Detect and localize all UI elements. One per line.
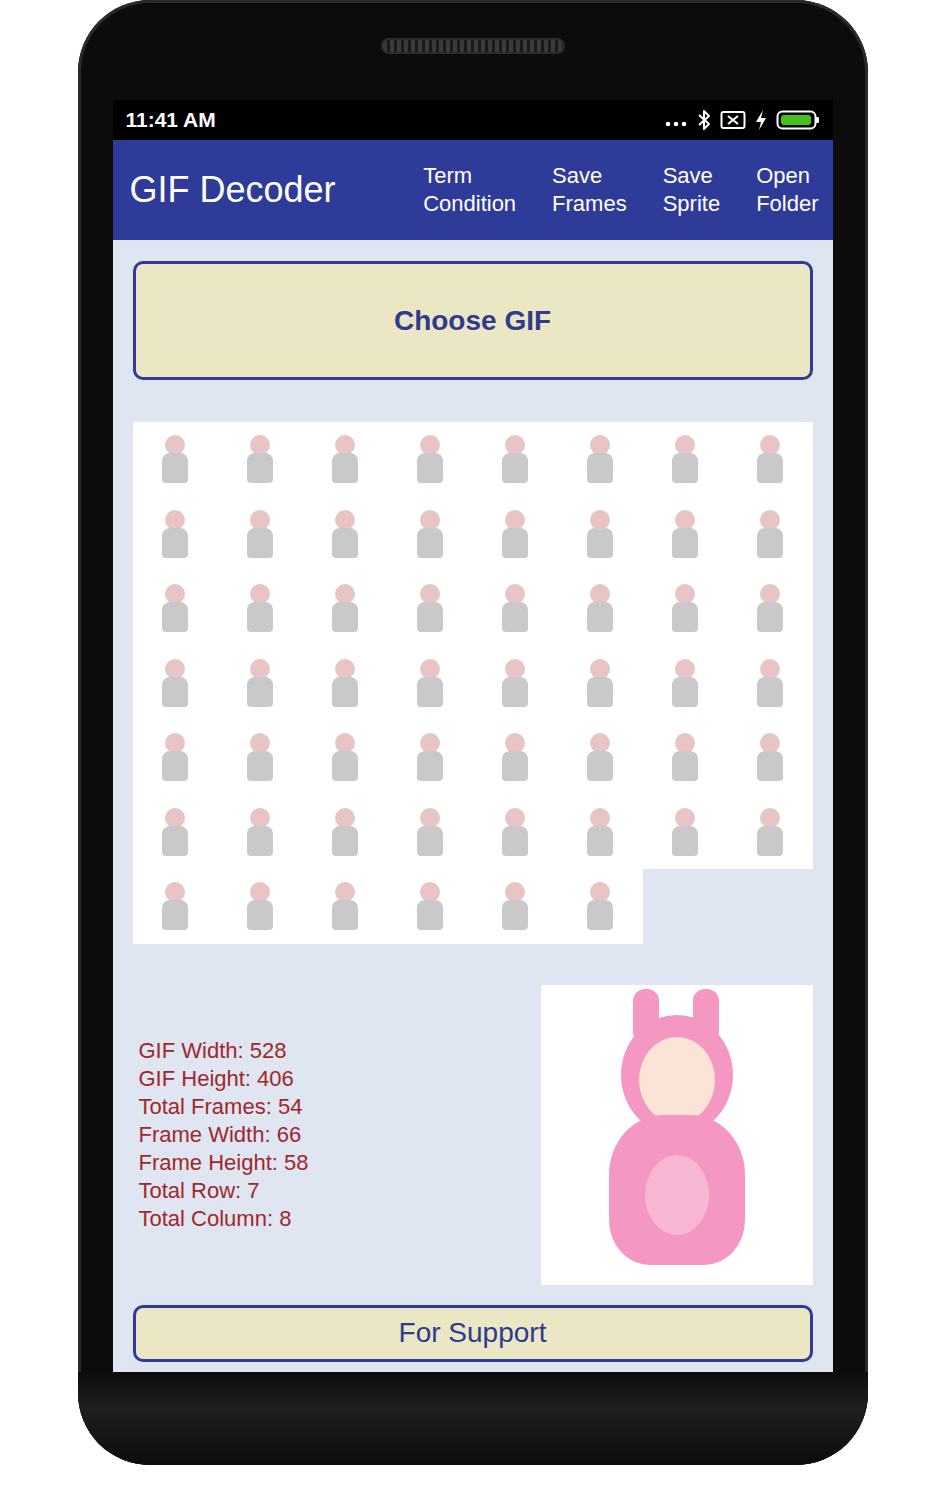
sprite-frame: [218, 720, 303, 795]
sprite-frame: [303, 869, 388, 944]
app-menu: Term Condition Save Frames Save Sprite Open…: [423, 162, 818, 218]
sprite-frame: [218, 422, 303, 497]
sprite-sheet: [133, 422, 813, 944]
sprite-frame: [133, 422, 218, 497]
status-icons: [664, 108, 820, 132]
sprite-frame: [558, 422, 643, 497]
sprite-frame: [728, 422, 813, 497]
sprite-frame: [473, 571, 558, 646]
gif-info: GIF Width: 528GIF Height: 406Total Frame…: [133, 1037, 309, 1233]
sprite-frame: [558, 497, 643, 572]
sprite-frame: [303, 646, 388, 721]
charging-icon: [754, 109, 768, 131]
sprite-frame: [473, 497, 558, 572]
app-bar: GIF Decoder Term Condition Save Frames Save…: [113, 140, 833, 240]
bluetooth-icon: [696, 108, 712, 132]
sprite-frame: [388, 795, 473, 870]
app-title: GIF Decoder: [130, 169, 336, 211]
info-line: GIF Width: 528: [139, 1037, 309, 1065]
sprite-frame: [388, 571, 473, 646]
speaker-grill: [381, 38, 565, 54]
page: 11:41 AM GIF Decoder Term Condition Save Fr…: [0, 0, 945, 1490]
sprite-frame: [133, 869, 218, 944]
sprite-frame: [473, 795, 558, 870]
sprite-frame: [643, 795, 728, 870]
sprite-frame: [643, 497, 728, 572]
bottom-bezel: [78, 1372, 868, 1465]
menu-item[interactable]: Save Sprite: [663, 162, 720, 218]
sprite-frame: [218, 646, 303, 721]
info-row: GIF Width: 528GIF Height: 406Total Frame…: [133, 985, 813, 1285]
sprite-frame: [133, 646, 218, 721]
info-line: Total Frames: 54: [139, 1093, 309, 1121]
sprite-frame: [388, 869, 473, 944]
sprite-frame: [728, 646, 813, 721]
info-line: Frame Height: 58: [139, 1149, 309, 1177]
status-time: 11:41 AM: [126, 108, 216, 132]
sprite-frame: [473, 646, 558, 721]
choose-gif-button[interactable]: Choose GIF: [133, 261, 813, 380]
info-line: Frame Width: 66: [139, 1121, 309, 1149]
sprite-frame: [558, 795, 643, 870]
content: Choose GIFGIF Width: 528GIF Height: 406T…: [113, 240, 833, 1372]
menu-item[interactable]: Term Condition: [423, 162, 516, 218]
sprite-frame: [303, 795, 388, 870]
info-line: GIF Height: 406: [139, 1065, 309, 1093]
sprite-frame: [728, 571, 813, 646]
status-bar: 11:41 AM: [113, 100, 833, 140]
no-sim-icon: [720, 110, 746, 130]
sprite-frame: [218, 497, 303, 572]
sprite-frame: [133, 571, 218, 646]
sprite-frame: [643, 571, 728, 646]
support-button[interactable]: For Support: [133, 1305, 813, 1362]
sprite-frame: [558, 646, 643, 721]
sprite-frame: [643, 422, 728, 497]
info-line: Total Row: 7: [139, 1177, 309, 1205]
top-bezel: [113, 0, 833, 100]
info-line: Total Column: 8: [139, 1205, 309, 1233]
sprite-frame: [728, 720, 813, 795]
sprite-frame: [473, 720, 558, 795]
sprite-frame: [218, 869, 303, 944]
sprite-frame: [388, 720, 473, 795]
sprite-frame: [728, 795, 813, 870]
sprite-frame: [218, 571, 303, 646]
sprite-frame: [133, 720, 218, 795]
sprite-frame: [388, 646, 473, 721]
sprite-frame: [303, 422, 388, 497]
sprite-frame: [643, 720, 728, 795]
sprite-frame: [558, 571, 643, 646]
sprite-frame: [643, 646, 728, 721]
sprite-frame: [218, 795, 303, 870]
sprite-frame: [388, 422, 473, 497]
screen: 11:41 AM GIF Decoder Term Condition Save Fr…: [113, 100, 833, 1372]
sprite-frame: [303, 720, 388, 795]
menu-item[interactable]: Open Folder: [756, 162, 818, 218]
menu-item[interactable]: Save Frames: [552, 162, 627, 218]
sprite-frame: [728, 497, 813, 572]
more-dots-icon: [664, 110, 688, 130]
sprite-frame: [133, 795, 218, 870]
sprite-frame: [558, 720, 643, 795]
sprite-frame: [558, 869, 643, 944]
battery-icon: [776, 109, 820, 131]
phone-frame: 11:41 AM GIF Decoder Term Condition Save Fr…: [78, 0, 868, 1465]
gif-preview: [541, 985, 813, 1285]
sprite-frame: [473, 869, 558, 944]
sprite-frame: [388, 497, 473, 572]
sprite-frame: [473, 422, 558, 497]
sprite-frame: [303, 571, 388, 646]
sprite-frame: [303, 497, 388, 572]
sprite-frame: [133, 497, 218, 572]
